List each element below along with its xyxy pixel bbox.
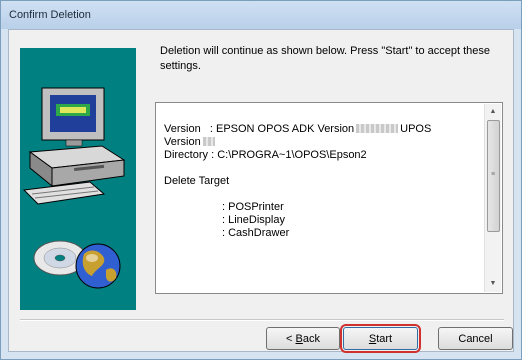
- directory-line: Directory : C:\PROGRA~1\OPOS\Epson2: [164, 149, 478, 162]
- delete-target-heading: Delete Target: [164, 175, 230, 187]
- version-suffix: UPOS: [400, 123, 432, 135]
- version-label: Version: [164, 123, 201, 135]
- title-bar[interactable]: Confirm Deletion: [1, 1, 521, 29]
- redacted-upos-version: [202, 137, 215, 146]
- upos-version-label: Version: [164, 136, 201, 148]
- target-item: : POSPrinter: [222, 201, 284, 213]
- window-title: Confirm Deletion: [9, 9, 91, 21]
- back-label-rest: ack: [302, 333, 320, 345]
- version-line: Version : EPSON OPOS ADK Version UPOS: [164, 123, 478, 136]
- start-label-rest: tart: [376, 333, 393, 345]
- settings-summary-text: Version : EPSON OPOS ADK Version UPOS Ver…: [164, 123, 478, 240]
- back-arrow-text: <: [286, 333, 296, 345]
- confirm-deletion-dialog: Confirm Deletion Deletion will continue …: [0, 0, 522, 360]
- version-value: : EPSON OPOS ADK Version: [209, 123, 355, 135]
- version-line-continued: Version: [164, 136, 478, 149]
- redacted-version-number: [356, 124, 399, 133]
- scroll-thumb[interactable]: ≡: [487, 120, 500, 232]
- vertical-scrollbar[interactable]: ▲ ≡ ▼: [484, 104, 501, 292]
- start-button[interactable]: Start: [340, 324, 421, 353]
- back-accel-key: B: [295, 333, 303, 345]
- cancel-button[interactable]: Cancel: [438, 327, 513, 350]
- dialog-body: Deletion will continue as shown below. P…: [8, 29, 514, 353]
- confirmation-message: Deletion will continue as shown below. P…: [160, 45, 491, 72]
- settings-summary-box[interactable]: Version : EPSON OPOS ADK Version UPOS Ver…: [155, 102, 503, 294]
- target-item: : CashDrawer: [222, 227, 290, 239]
- back-button[interactable]: < Back: [266, 327, 340, 350]
- button-separator: [20, 319, 504, 321]
- directory-value: : C:\PROGRA~1\OPOS\Epson2: [211, 149, 367, 161]
- installer-banner: [20, 48, 136, 310]
- computer-icon: [22, 87, 126, 289]
- directory-label: Directory: [164, 149, 209, 161]
- target-item: : LineDisplay: [222, 214, 285, 226]
- scroll-up-icon[interactable]: ▲: [485, 104, 501, 120]
- globe-icon: [75, 243, 121, 289]
- scroll-down-icon[interactable]: ▼: [485, 276, 501, 292]
